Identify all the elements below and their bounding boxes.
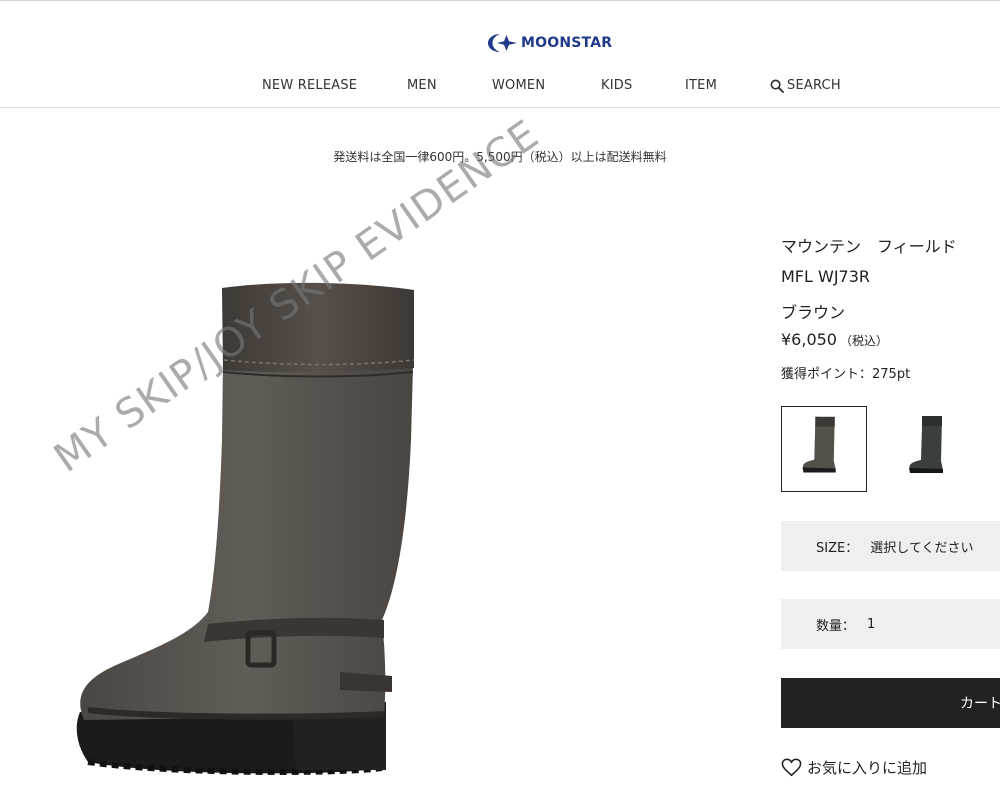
product-name: マウンテン フィールド (781, 237, 957, 256)
search-icon (770, 79, 784, 93)
moonstar-logo-icon (488, 34, 517, 52)
shipping-notice: 発送料は全国一律600円。5,500円（税込）以上は配送料無料 (333, 150, 667, 164)
price-tax-note: （税込） (839, 334, 888, 348)
favorites-label: お気に入りに追加 (807, 759, 928, 777)
size-label: SIZE： (816, 540, 859, 556)
quantity-value: 1 (867, 616, 876, 632)
boot-thumbnail-dark-green (909, 416, 943, 473)
size-select[interactable]: SIZE： 選択してください (781, 521, 1000, 571)
moonstar-logo[interactable]: MOONSTAR (487, 31, 612, 55)
site-header: MOONSTAR NEW RELEASE MEN WOMEN KIDS ITEM… (0, 0, 1000, 108)
nav-women[interactable]: WOMEN (492, 77, 545, 95)
nav-item[interactable]: ITEM (685, 77, 717, 95)
product-color-name: ブラウン (781, 303, 846, 322)
price-value: ¥6,050 (781, 330, 837, 349)
add-to-favorites-link[interactable]: お気に入りに追加 (781, 757, 927, 778)
product-price: ¥6,050 （税込） (781, 330, 888, 349)
quantity-select[interactable]: 数量： 1 (781, 599, 1000, 649)
add-to-cart-button[interactable]: カートに入 (781, 678, 1000, 728)
nav-new-release[interactable]: NEW RELEASE (262, 77, 357, 95)
quantity-label: 数量： (816, 618, 856, 634)
nav-search[interactable]: SEARCH (770, 77, 841, 95)
add-to-cart-label: カートに入 (960, 696, 1000, 712)
nav-kids[interactable]: KIDS (601, 77, 632, 95)
reward-points: 獲得ポイント：275pt (781, 367, 911, 382)
color-swatch-dark-green[interactable] (888, 406, 974, 492)
product-main-image[interactable] (40, 240, 660, 800)
color-swatch-brown[interactable] (781, 406, 867, 492)
boot-thumbnail-brown (802, 416, 836, 473)
logo-wordmark: MOONSTAR (521, 35, 613, 51)
rain-boot-image (76, 282, 415, 775)
search-label: SEARCH (787, 78, 841, 93)
main-nav: NEW RELEASE MEN WOMEN KIDS ITEM SEARCH (0, 77, 1000, 95)
size-value: 選択してください (870, 540, 974, 556)
product-code: MFL WJ73R (781, 267, 871, 286)
nav-men[interactable]: MEN (407, 77, 437, 95)
heart-icon (781, 758, 802, 777)
